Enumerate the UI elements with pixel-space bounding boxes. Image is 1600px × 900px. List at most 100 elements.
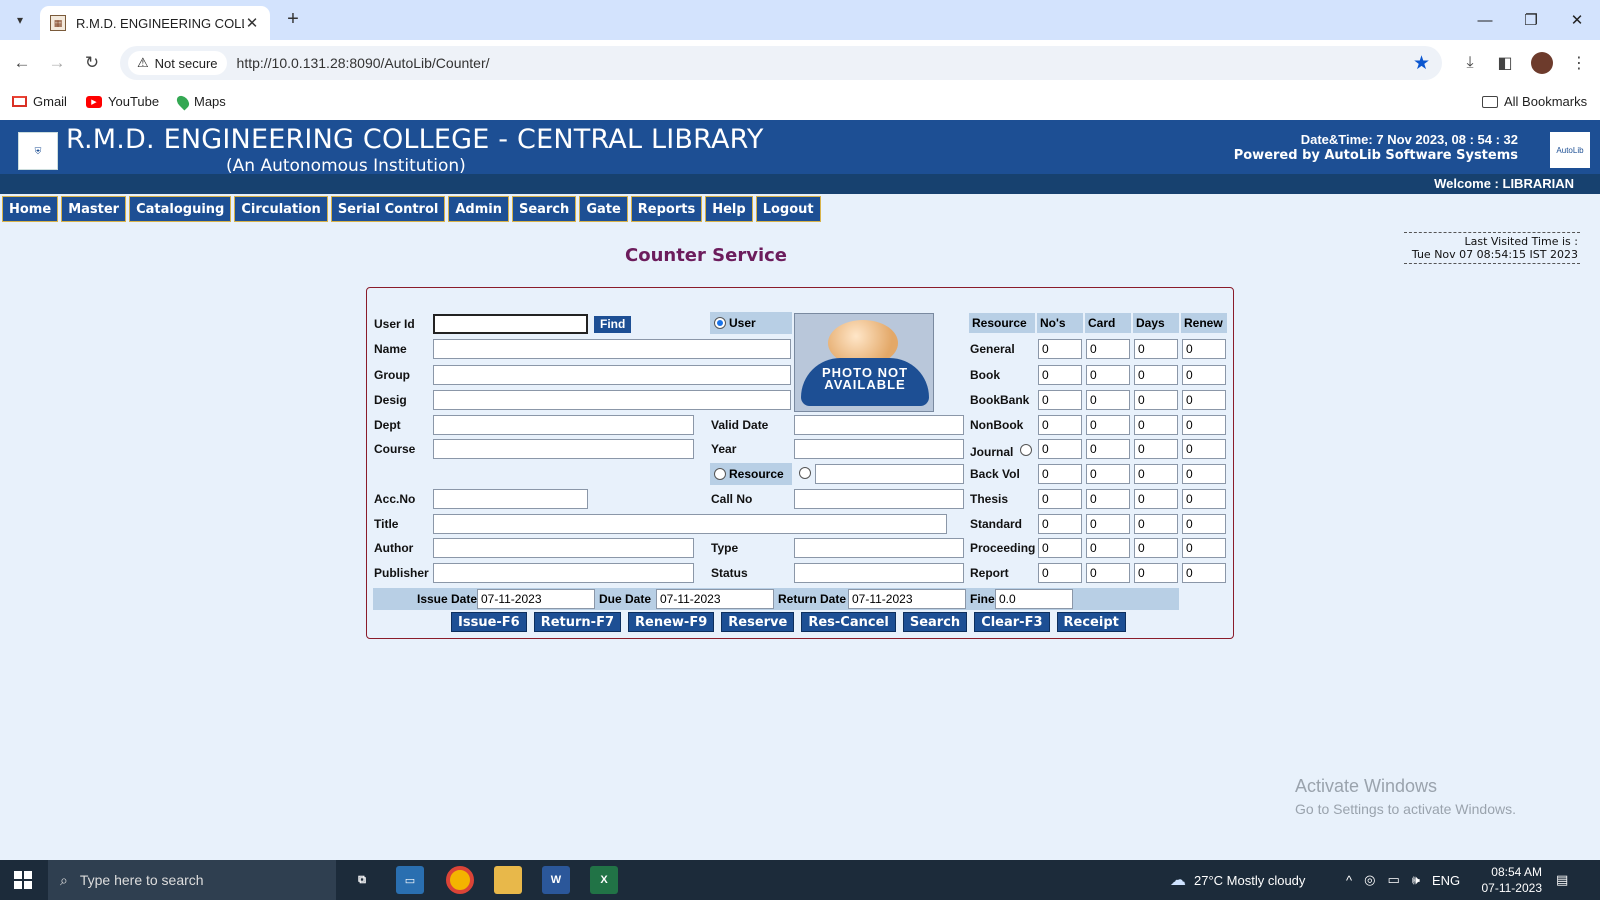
side-panel-icon[interactable]: ◧ [1493,51,1517,75]
journal-renew[interactable]: 0 [1182,439,1226,459]
res-cancel-button[interactable]: Res-Cancel [801,612,896,632]
user-radio[interactable]: User [710,312,792,334]
proceeding-renew[interactable]: 0 [1182,538,1226,558]
fine-field[interactable]: 0.0 [995,589,1073,609]
issue-button[interactable]: Issue-F6 [451,612,527,632]
language-indicator[interactable]: ENG [1432,873,1460,888]
book-card[interactable]: 0 [1086,365,1130,385]
notification-icon[interactable]: ▤ [1556,860,1568,900]
volume-icon[interactable]: 🕪 [1412,872,1420,888]
all-bookmarks[interactable]: All Bookmarks [1482,94,1587,109]
back-vol-days[interactable]: 0 [1134,464,1178,484]
general-card[interactable]: 0 [1086,339,1130,359]
word-icon[interactable]: W [542,866,570,894]
bookmark-maps[interactable]: Maps [174,93,226,110]
menu-search[interactable]: Search [511,196,577,222]
network-icon[interactable]: ▭ [1387,872,1399,888]
bookbank-renew[interactable]: 0 [1182,390,1226,410]
desig-field[interactable] [433,390,791,410]
app-icon[interactable]: ▭ [396,866,424,894]
bookmark-youtube[interactable]: ▶ YouTube [86,94,159,109]
bookbank-card[interactable]: 0 [1086,390,1130,410]
receipt-button[interactable]: Receipt [1056,612,1126,632]
general-renew[interactable]: 0 [1182,339,1226,359]
bookbank-days[interactable]: 0 [1134,390,1178,410]
user-radio-button[interactable] [714,317,726,329]
menu-cataloguing[interactable]: Cataloguing [129,196,232,222]
back-vol-nos[interactable]: 0 [1038,464,1082,484]
extra-radio-button[interactable] [799,467,811,479]
taskbar-clock[interactable]: 08:54 AM 07-11-2023 [1482,864,1543,896]
general-nos[interactable]: 0 [1038,339,1082,359]
back-vol-card[interactable]: 0 [1086,464,1130,484]
general-days[interactable]: 0 [1134,339,1178,359]
nonbook-days[interactable]: 0 [1134,415,1178,435]
publisher-field[interactable] [433,563,694,583]
group-field[interactable] [433,365,791,385]
resource-radio[interactable]: Resource [710,463,792,485]
user-id-input[interactable] [433,314,588,334]
author-field[interactable] [433,538,694,558]
book-days[interactable]: 0 [1134,365,1178,385]
thesis-nos[interactable]: 0 [1038,489,1082,509]
new-tab-icon[interactable]: + [282,9,304,31]
chrome-icon[interactable] [446,866,474,894]
journal-radio-button[interactable] [1020,444,1032,456]
proceeding-days[interactable]: 0 [1134,538,1178,558]
valid-date-field[interactable] [794,415,964,435]
menu-master[interactable]: Master [61,196,127,222]
due-date-field[interactable]: 07-11-2023 [656,589,774,609]
course-field[interactable] [433,439,694,459]
menu-serial-control[interactable]: Serial Control [330,196,446,222]
bookmark-star-icon[interactable]: ★ [1413,52,1430,75]
status-field[interactable] [794,563,964,583]
restore-icon[interactable]: ❐ [1508,0,1554,40]
chevron-up-icon[interactable]: ^ [1346,873,1352,888]
minimize-icon[interactable]: — [1462,0,1508,40]
meet-icon[interactable]: ◎ [1364,872,1375,888]
nonbook-card[interactable]: 0 [1086,415,1130,435]
thesis-card[interactable]: 0 [1086,489,1130,509]
resource-radio-button[interactable] [714,468,726,480]
return-button[interactable]: Return-F7 [533,612,622,632]
profile-avatar[interactable] [1531,52,1553,74]
download-icon[interactable]: ⤓ [1458,51,1482,75]
browser-menu-icon[interactable]: ⋮ [1567,51,1591,75]
address-bar[interactable]: ⚠ Not secure http://10.0.131.28:8090/Aut… [120,46,1442,80]
file-explorer-icon[interactable] [494,866,522,894]
browser-tab[interactable]: ▦ R.M.D. ENGINEERING COLLEGE ✕ [40,6,270,40]
menu-reports[interactable]: Reports [630,196,703,222]
year-field[interactable] [794,439,964,459]
return-date-field[interactable]: 07-11-2023 [848,589,966,609]
journal-card[interactable]: 0 [1086,439,1130,459]
search-button[interactable]: Search [902,612,968,632]
menu-logout[interactable]: Logout [755,196,821,222]
report-renew[interactable]: 0 [1182,563,1226,583]
renew-button[interactable]: Renew-F9 [628,612,715,632]
taskbar-search[interactable]: ⌕ Type here to search [48,860,336,900]
book-nos[interactable]: 0 [1038,365,1082,385]
proceeding-nos[interactable]: 0 [1038,538,1082,558]
menu-gate[interactable]: Gate [579,196,628,222]
tab-search-icon[interactable]: ▾ [8,8,32,32]
dept-field[interactable] [433,415,694,435]
thesis-renew[interactable]: 0 [1182,489,1226,509]
menu-admin[interactable]: Admin [448,196,509,222]
menu-home[interactable]: Home [2,196,59,222]
resource-search-field[interactable] [815,464,964,484]
excel-icon[interactable]: X [590,866,618,894]
close-window-icon[interactable]: ✕ [1554,0,1600,40]
acc-no-field[interactable] [433,489,588,509]
windows-start-icon[interactable] [14,871,32,889]
bookbank-nos[interactable]: 0 [1038,390,1082,410]
bookmark-gmail[interactable]: Gmail [12,94,67,109]
thesis-days[interactable]: 0 [1134,489,1178,509]
report-days[interactable]: 0 [1134,563,1178,583]
call-no-field[interactable] [794,489,964,509]
journal-nos[interactable]: 0 [1038,439,1082,459]
report-card[interactable]: 0 [1086,563,1130,583]
clear-button[interactable]: Clear-F3 [974,612,1050,632]
menu-circulation[interactable]: Circulation [234,196,328,222]
proceeding-card[interactable]: 0 [1086,538,1130,558]
standard-card[interactable]: 0 [1086,514,1130,534]
